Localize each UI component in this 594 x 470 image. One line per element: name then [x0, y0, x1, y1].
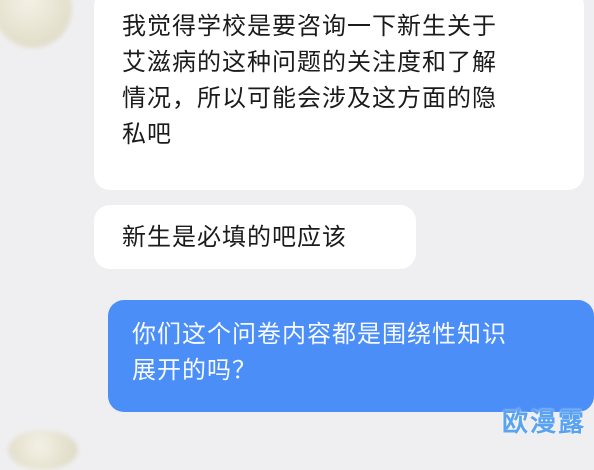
message-bubble-incoming[interactable]: 我觉得学校是要咨询一下新生关于 艾滋病的这种问题的关注度和了解 情况，所以可能会…: [94, 0, 584, 190]
message-text-line: 情况，所以可能会涉及这方面的隐: [122, 84, 497, 112]
message-text-line: 展开的吗？: [132, 356, 257, 384]
contact-avatar[interactable]: [0, 0, 72, 48]
message-bubble-outgoing[interactable]: 你们这个问卷内容都是围绕性知识 展开的吗？: [108, 300, 594, 412]
message-text-line: 新生是必填的吧应该: [122, 223, 347, 251]
message-text-line: 我觉得学校是要咨询一下新生关于: [122, 12, 497, 40]
message-text-line: 艾滋病的这种问题的关注度和了解: [122, 48, 497, 76]
message-bubble-incoming[interactable]: 新生是必填的吧应该: [94, 205, 416, 269]
message-text-line: 私吧: [122, 120, 172, 148]
message-text-line: 你们这个问卷内容都是围绕性知识: [132, 320, 507, 348]
watermark: 欧漫露: [501, 408, 586, 438]
contact-avatar[interactable]: [8, 430, 78, 470]
